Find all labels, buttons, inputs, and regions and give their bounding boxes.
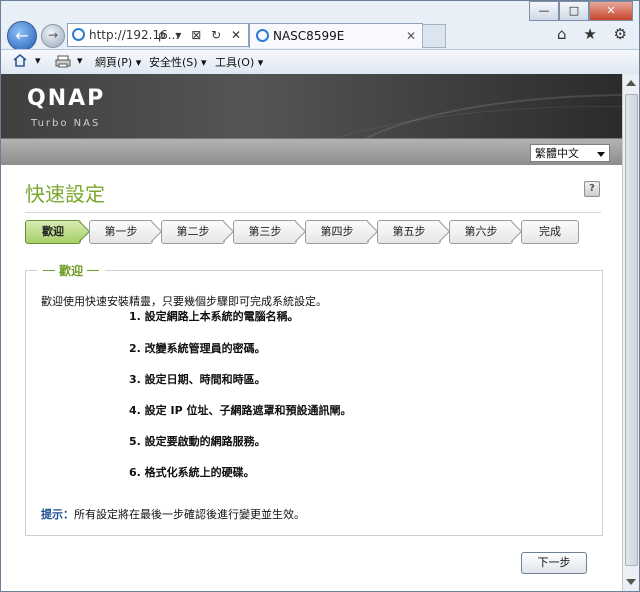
header-bar [1,138,622,165]
browser-window: — □ ✕ ← → http://192.16... ρ ▾ ⊠ ↻ ✕ NAS… [0,0,640,592]
new-tab-button[interactable] [422,24,446,48]
step-5[interactable]: 第五步 [377,220,451,244]
back-button[interactable]: ← [7,21,37,51]
step-label: 第一步 [104,225,138,238]
step-finish[interactable]: 完成 [521,220,579,244]
step-2[interactable]: 第二步 [161,220,235,244]
menu-page[interactable]: 網頁(P) ▾ [95,54,141,70]
list-item: 3. 設定日期、時間和時區。 [129,373,266,386]
close-window-button[interactable]: ✕ [589,1,633,21]
page-title: 快速設定 [25,182,105,206]
print-dropdown-icon[interactable]: ▾ [77,54,83,67]
language-value: 繁體中文 [535,147,579,160]
intro-text: 歡迎使用快速安裝精靈，只要幾個步驟即可完成系統設定。 [41,295,327,308]
chevron-down-icon [597,152,605,157]
minimize-button[interactable]: — [529,1,559,21]
menu-tools[interactable]: 工具(O) ▾ [215,54,263,70]
scroll-thumb[interactable] [625,94,638,566]
toolbar-icons[interactable]: ⌂ ★ ⚙ [557,25,633,43]
step-label: 完成 [539,225,561,238]
address-tools[interactable]: ρ ▾ ⊠ ↻ ✕ [158,24,244,46]
step-label: 第五步 [392,225,426,238]
tab-close-icon[interactable]: ✕ [406,24,416,48]
list-item: 6. 格式化系統上的硬碟。 [129,466,255,479]
browser-tab[interactable]: NASC8599E ✕ [249,23,423,48]
scroll-down-icon[interactable] [626,579,636,585]
list-item: 4. 設定 IP 位址、子網路遮罩和預設通訊閘。 [129,404,352,417]
maximize-button[interactable]: □ [559,1,589,21]
hint-text: 提示：所有設定將在最後一步確認後進行變更並生效。 [41,506,305,522]
home-icon[interactable] [13,54,27,67]
step-label: 第三步 [248,225,282,238]
address-bar[interactable]: http://192.16... ρ ▾ ⊠ ↻ ✕ [67,23,249,47]
command-bar: ▾ ▾ 網頁(P) ▾ 安全性(S) ▾ 工具(O) ▾ [1,49,639,75]
next-button[interactable]: 下一步 [521,552,587,574]
home-dropdown-icon[interactable]: ▾ [35,54,41,67]
navigation-row: ← → http://192.16... ρ ▾ ⊠ ↻ ✕ NASC8599E… [1,19,639,51]
list-item: 5. 設定要啟動的網路服務。 [129,435,266,448]
window-caption: — □ ✕ [529,1,633,21]
forward-button[interactable]: → [41,24,65,48]
language-select[interactable]: 繁體中文 [530,144,610,162]
tab-title: NASC8599E [273,29,345,43]
step-1[interactable]: 第一步 [89,220,163,244]
ie-icon [72,28,85,41]
header-banner: QNAP Turbo NAS [1,74,622,138]
qnap-logo: QNAP [27,86,106,111]
step-label: 第六步 [464,225,498,238]
step-6[interactable]: 第六步 [449,220,523,244]
section-title: 歡迎 [37,262,106,279]
vertical-scrollbar[interactable] [622,74,639,591]
print-icon[interactable] [55,55,71,68]
scroll-up-icon[interactable] [626,80,636,86]
logo-subtitle: Turbo NAS [31,118,101,129]
list-item: 2. 改變系統管理員的密碼。 [129,342,266,355]
menu-security[interactable]: 安全性(S) ▾ [149,54,207,70]
banner-decoration [251,106,622,138]
step-welcome[interactable]: 歡迎 [25,220,91,244]
ie-icon [256,29,269,42]
hint-body: 所有設定將在最後一步確認後進行變更並生效。 [74,508,305,521]
step-label: 歡迎 [42,225,64,238]
step-label: 第四步 [320,225,354,238]
step-4[interactable]: 第四步 [305,220,379,244]
hint-label: 提示： [41,508,74,521]
list-item: 1. 設定網路上本系統的電腦名稱。 [129,310,299,323]
web-page: QNAP Turbo NAS 繁體中文 快速設定 ? 歡迎 第一步 第二步 第三… [1,74,622,591]
step-3[interactable]: 第三步 [233,220,307,244]
title-divider [25,212,601,213]
help-icon[interactable]: ? [584,181,600,197]
step-label: 第二步 [176,225,210,238]
